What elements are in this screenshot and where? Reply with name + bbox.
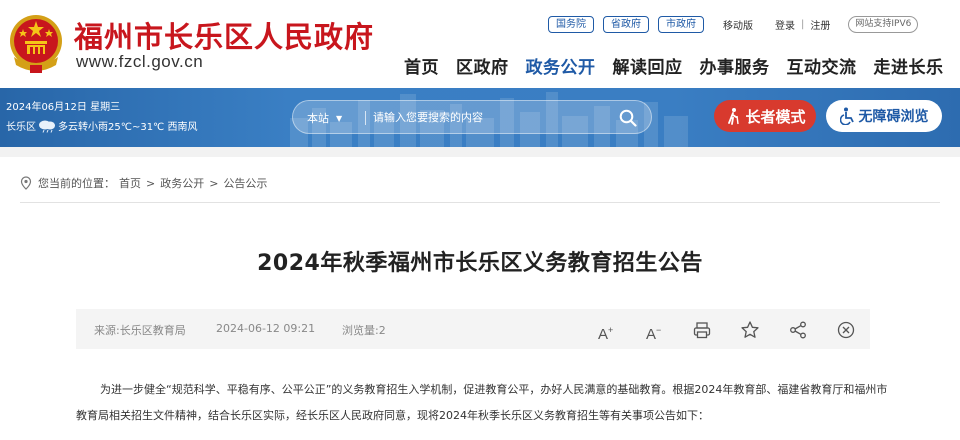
- site-search: 本站 ▼: [292, 100, 652, 134]
- font-decrease-icon[interactable]: A−: [646, 320, 666, 343]
- article-source: 来源:长乐区教育局: [94, 324, 186, 337]
- nav-district-gov[interactable]: 区政府: [456, 53, 509, 78]
- search-icon[interactable]: [619, 109, 637, 127]
- top-links: 国务院 省政府 市政府 移动版 登录 | 注册 网站支持IPV6: [548, 15, 919, 33]
- breadcrumb: 您当前的位置： 首页 > 政务公开 > 公告公示: [20, 175, 267, 191]
- site-header: 福州市长乐区人民政府 www.fzcl.gov.cn 国务院 省政府 市政府 移…: [0, 0, 960, 88]
- article-date: 2024-06-12 09:21: [216, 322, 316, 335]
- nav-about-changle[interactable]: 走进长乐: [874, 53, 944, 78]
- article-title: 2024年秋季福州市长乐区义务教育招生公告: [257, 251, 703, 276]
- article-meta-bar: 来源:长乐区教育局 2024-06-12 09:21 浏览量:2 A+ A−: [76, 309, 870, 349]
- close-icon[interactable]: [836, 320, 856, 340]
- elder-icon: [728, 108, 740, 125]
- breadcrumb-gov-affairs[interactable]: 政务公开: [160, 175, 204, 191]
- location-pin-icon: [20, 176, 32, 190]
- nav-interpretation[interactable]: 解读回应: [613, 53, 683, 78]
- breadcrumb-separator: >: [209, 176, 219, 190]
- wheelchair-icon: [839, 107, 854, 125]
- chevron-down-icon: ▼: [336, 113, 343, 123]
- nav-services[interactable]: 办事服务: [700, 53, 770, 78]
- search-divider: [365, 111, 366, 125]
- main-nav: 首页 区政府 政务公开 解读回应 办事服务 互动交流 走进长乐: [404, 53, 944, 78]
- mobile-version-link[interactable]: 移动版: [723, 17, 753, 32]
- accessibility-button[interactable]: 无障碍浏览: [826, 100, 942, 132]
- current-date: 2024年06月12日 星期三: [6, 102, 121, 113]
- breadcrumb-separator: >: [146, 176, 156, 190]
- link-city-gov[interactable]: 市政府: [658, 15, 704, 33]
- search-scope-label: 本站: [307, 112, 329, 125]
- cloud-rain-icon: [39, 120, 55, 133]
- link-state-council[interactable]: 国务院: [548, 15, 594, 33]
- breadcrumb-prefix: 您当前的位置：: [38, 177, 115, 190]
- breadcrumb-announcements[interactable]: 公告公示: [223, 175, 267, 191]
- search-input[interactable]: [373, 104, 609, 130]
- nav-interaction[interactable]: 互动交流: [787, 53, 857, 78]
- article-body: 为进一步健全“规范科学、平稳有序、公平公正”的义务教育招生入学机制，促进教育公平…: [76, 383, 888, 422]
- district-name: 长乐区: [6, 122, 36, 133]
- login-separator: |: [801, 18, 805, 30]
- ipv6-badge: 网站支持IPV6: [848, 15, 919, 33]
- login-link[interactable]: 登录: [775, 17, 795, 32]
- breadcrumb-home[interactable]: 首页: [119, 175, 141, 191]
- search-banner: 2024年06月12日 星期三 长乐区 多云转小雨25℃~31℃ 西南风 本站 …: [0, 88, 960, 147]
- font-increase-icon[interactable]: A+: [598, 320, 618, 343]
- accessibility-label: 无障碍浏览: [858, 109, 929, 125]
- breadcrumb-divider: [20, 202, 940, 203]
- weather-text: 多云转小雨25℃~31℃ 西南风: [58, 122, 198, 133]
- search-scope-select[interactable]: 本站 ▼: [307, 110, 342, 126]
- link-provincial-gov[interactable]: 省政府: [603, 15, 649, 33]
- site-domain: www.fzcl.gov.cn: [76, 52, 204, 71]
- share-icon[interactable]: [788, 320, 808, 340]
- article-views: 浏览量:2: [342, 324, 386, 337]
- site-title[interactable]: 福州市长乐区人民政府: [74, 14, 374, 56]
- favorite-star-icon[interactable]: [740, 320, 760, 340]
- register-link[interactable]: 注册: [810, 17, 830, 32]
- national-emblem-icon: [10, 15, 62, 73]
- article-container: 您当前的位置： 首页 > 政务公开 > 公告公示 2024年秋季福州市长乐区义务…: [0, 157, 960, 440]
- elder-mode-button[interactable]: 长者模式: [714, 100, 816, 132]
- nav-gov-affairs[interactable]: 政务公开: [526, 53, 596, 78]
- nav-home[interactable]: 首页: [404, 53, 439, 78]
- elder-mode-label: 长者模式: [745, 107, 806, 126]
- print-icon[interactable]: [692, 320, 712, 340]
- weather-info: 长乐区 多云转小雨25℃~31℃ 西南风: [6, 118, 197, 133]
